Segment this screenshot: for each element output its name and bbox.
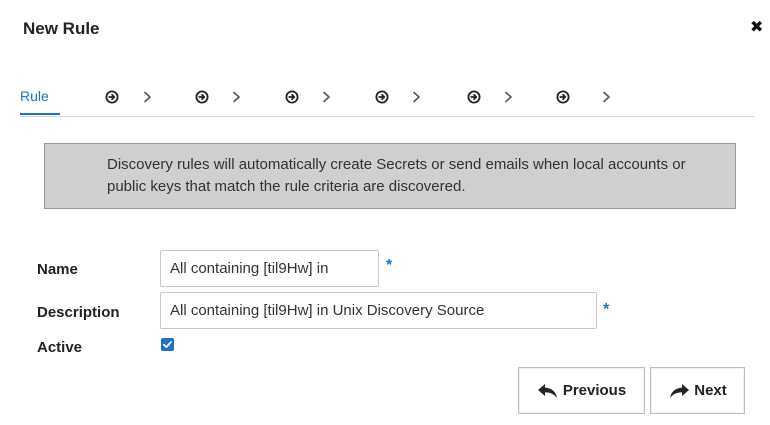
previous-button-label: Previous: [562, 382, 627, 399]
chevron-right-icon: [602, 88, 614, 106]
name-input[interactable]: [160, 250, 379, 287]
next-button[interactable]: Next: [650, 367, 745, 414]
wizard-step-6[interactable]: [467, 88, 481, 106]
wizard-steps: Rule: [20, 88, 755, 117]
description-required-mark: *: [603, 301, 610, 318]
chevron-right-icon: [322, 88, 334, 106]
reply-arrow-icon: [537, 383, 557, 398]
previous-button[interactable]: Previous: [518, 367, 645, 414]
wizard-step-5[interactable]: [375, 88, 389, 106]
new-rule-dialog: [7, 6, 767, 425]
chevron-right-icon: [143, 88, 155, 106]
name-label: Name: [37, 261, 78, 278]
description-label: Description: [37, 304, 120, 321]
tab-rule[interactable]: Rule: [20, 88, 49, 104]
description-input[interactable]: [160, 292, 597, 329]
name-required-mark: *: [386, 257, 393, 274]
active-checkbox[interactable]: [161, 338, 174, 351]
chevron-right-icon: [412, 88, 424, 106]
circle-arrow-right-icon: [195, 90, 209, 104]
chevron-right-icon: [232, 88, 244, 106]
dialog-title: New Rule: [23, 19, 100, 38]
wizard-step-4[interactable]: [285, 88, 299, 106]
circle-arrow-right-icon: [105, 90, 119, 104]
circle-arrow-right-icon: [375, 90, 389, 104]
wizard-step-2[interactable]: [105, 88, 119, 106]
close-icon[interactable]: ✖: [750, 20, 763, 36]
next-button-label: Next: [694, 382, 727, 399]
circle-arrow-right-icon: [556, 90, 570, 104]
checkmark-icon: [163, 341, 172, 348]
circle-arrow-right-icon: [285, 90, 299, 104]
share-arrow-icon: [670, 383, 690, 398]
info-banner: Discovery rules will automatically creat…: [44, 143, 736, 209]
circle-arrow-right-icon: [467, 90, 481, 104]
chevron-right-icon: [504, 88, 516, 106]
wizard-step-3[interactable]: [195, 88, 209, 106]
info-text: Discovery rules will automatically creat…: [107, 156, 686, 195]
tab-active-indicator: [20, 113, 60, 115]
active-label: Active: [37, 339, 83, 356]
wizard-step-7[interactable]: [556, 88, 570, 106]
